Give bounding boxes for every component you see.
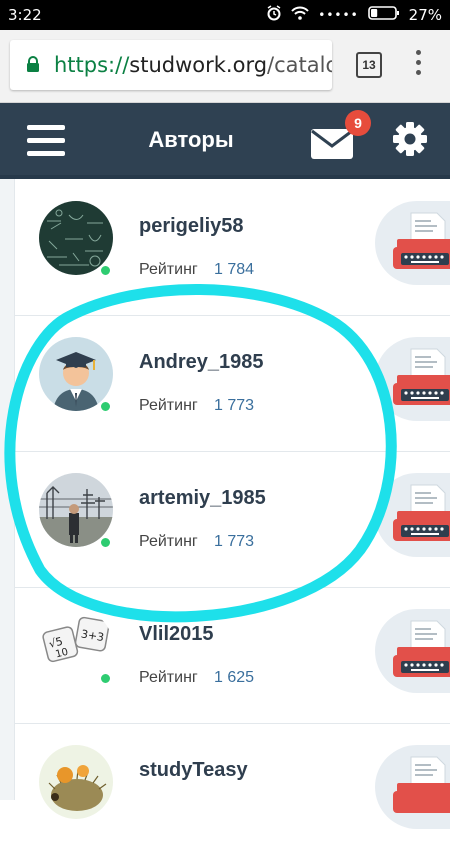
typewriter-icon[interactable] (375, 473, 450, 557)
online-indicator (99, 536, 112, 549)
list-item[interactable]: Andrey_1985 Рейтинг 1 773 (15, 315, 450, 452)
author-username[interactable]: studyTeasy (139, 759, 248, 782)
status-bar: 3:22 ••••• 27% (0, 0, 450, 30)
url-text: https://studwork.org/catalog/p (54, 53, 332, 77)
author-username[interactable]: Vlil2015 (139, 623, 214, 646)
avatar[interactable] (39, 745, 113, 819)
list-item[interactable]: perigeliy58 Рейтинг 1 784 (15, 179, 450, 316)
typewriter-icon[interactable] (375, 337, 450, 421)
typewriter-icon[interactable] (375, 201, 450, 285)
url-host: studwork.org (129, 53, 268, 77)
rating-value: 1 773 (214, 397, 255, 414)
url-path: /catalog/p (267, 53, 332, 77)
app-header: Авторы (0, 103, 450, 179)
alarm-icon (266, 5, 282, 25)
rating-value: 1 625 (214, 669, 255, 686)
url-scheme: https:// (54, 53, 130, 77)
mail-badge: 9 (345, 110, 371, 136)
typewriter-icon[interactable] (375, 609, 450, 693)
author-username[interactable]: Andrey_1985 (139, 351, 264, 374)
typewriter-icon[interactable] (375, 745, 450, 829)
list-item[interactable]: √5 10 3+3 Vlil2015 Рейтинг 1 625 (15, 587, 450, 724)
rating-label: Рейтинг (139, 261, 198, 278)
online-indicator (99, 672, 112, 685)
rating-label: Рейтинг (139, 669, 198, 686)
rating-label: Рейтинг (139, 533, 198, 550)
rating-label: Рейтинг (139, 397, 198, 414)
rating-value: 1 773 (214, 533, 255, 550)
wifi-icon (291, 6, 309, 24)
mail-icon[interactable] (311, 129, 353, 164)
signal-dots: ••••• (318, 8, 359, 22)
authors-list: perigeliy58 Рейтинг 1 784 Andrey_1985 Ре… (0, 179, 450, 829)
battery-percent: 27% (408, 6, 442, 24)
lock-icon (26, 56, 40, 78)
status-time: 3:22 (8, 6, 42, 24)
gear-icon[interactable] (392, 121, 428, 162)
list-item[interactable]: artemiy_1985 Рейтинг 1 773 (15, 451, 450, 588)
list-item[interactable]: studyTeasy (15, 723, 450, 859)
browser-toolbar: https://studwork.org/catalog/p 13 (0, 30, 450, 103)
browser-menu-button[interactable] (412, 50, 424, 80)
battery-icon (367, 5, 400, 25)
author-username[interactable]: artemiy_1985 (139, 487, 266, 510)
online-indicator (99, 264, 112, 277)
url-bar[interactable]: https://studwork.org/catalog/p (10, 40, 332, 90)
rating-value: 1 784 (214, 261, 255, 278)
author-username[interactable]: perigeliy58 (139, 215, 244, 238)
online-indicator (99, 400, 112, 413)
tab-switcher-button[interactable]: 13 (356, 52, 382, 78)
